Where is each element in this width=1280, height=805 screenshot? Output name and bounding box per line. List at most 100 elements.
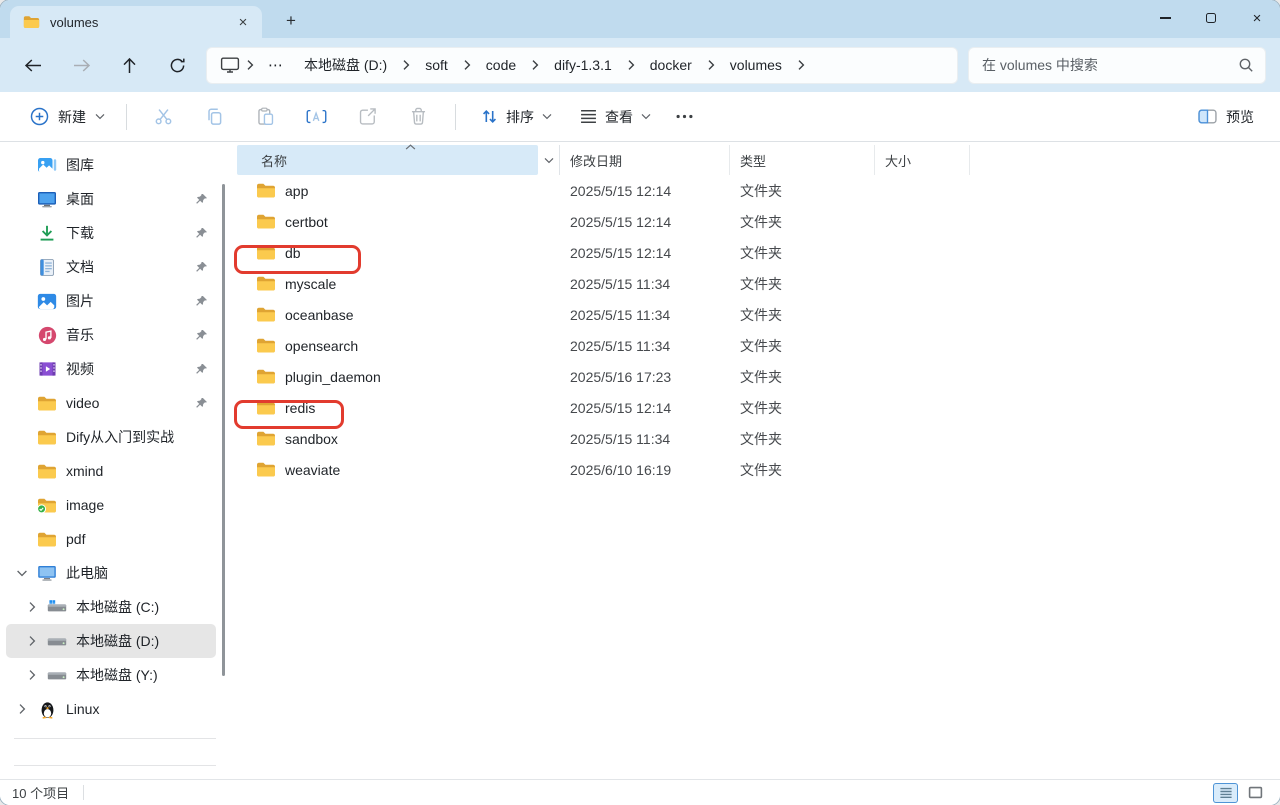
view-button[interactable]: 查看 (570, 100, 661, 134)
sort-button[interactable]: 排序 (471, 100, 562, 134)
tab-volumes[interactable]: volumes × (10, 6, 262, 38)
file-type-label: 文件夹 (730, 305, 875, 325)
column-header-modified[interactable]: 修改日期 (560, 145, 730, 175)
sidebar-item-下载[interactable]: 下载 (6, 216, 216, 250)
folder-icon (256, 306, 276, 323)
large-icons-view-icon (1248, 786, 1263, 799)
file-type-label: 文件夹 (730, 336, 875, 356)
sidebar-item-label: 音乐 (66, 325, 94, 345)
breadcrumb-overflow-button[interactable]: ⋯ (260, 56, 292, 74)
copy-button[interactable] (194, 99, 235, 135)
sidebar-item-本地磁盘-y-[interactable]: 本地磁盘 (Y:) (6, 658, 216, 692)
expander-right-icon[interactable] (6, 703, 37, 715)
expander-down-icon[interactable] (6, 569, 37, 577)
breadcrumb-chevron-icon[interactable] (704, 59, 718, 71)
up-button[interactable] (110, 47, 148, 83)
drive-win-icon (47, 597, 67, 617)
sidebar-item-此电脑[interactable]: 此电脑 (6, 556, 216, 590)
expander-right-icon[interactable] (16, 635, 47, 647)
expander-right-icon[interactable] (16, 669, 47, 681)
refresh-button[interactable] (158, 47, 196, 83)
file-modified-date: 2025/5/15 11:34 (560, 338, 730, 354)
close-button[interactable]: × (1234, 0, 1280, 36)
sidebar-item-pdf[interactable]: pdf (6, 522, 216, 556)
new-tab-button[interactable]: + (276, 7, 306, 35)
folder-icon (256, 461, 276, 478)
tab-close-icon[interactable]: × (230, 10, 256, 34)
sidebar-item-label: image (66, 497, 104, 513)
arrow-right-icon (72, 58, 91, 73)
more-options-button[interactable] (665, 99, 703, 135)
details-view-button[interactable] (1213, 783, 1238, 803)
paste-button[interactable] (245, 99, 286, 135)
breadcrumb-chevron-icon[interactable] (460, 59, 474, 71)
breadcrumb-item-soft[interactable]: soft (416, 54, 457, 76)
minimize-button[interactable] (1142, 0, 1188, 36)
maximize-button[interactable] (1188, 0, 1234, 36)
music-icon (37, 325, 57, 345)
sidebar-item-image[interactable]: image (6, 488, 216, 522)
breadcrumb-item-docker[interactable]: docker (641, 54, 701, 76)
sidebar-item-视频[interactable]: 视频 (6, 352, 216, 386)
item-count: 10 个项目 (12, 783, 69, 802)
column-header-name[interactable]: 名称 (237, 145, 538, 175)
file-row-certbot[interactable]: certbot2025/5/15 12:14文件夹 (237, 206, 1280, 237)
file-type-label: 文件夹 (730, 398, 875, 418)
breadcrumb-chevron-icon[interactable] (528, 59, 542, 71)
new-button[interactable]: 新建 (20, 100, 115, 134)
file-modified-date: 2025/5/15 12:14 (560, 400, 730, 416)
file-row-plugin_daemon[interactable]: plugin_daemon2025/5/16 17:23文件夹 (237, 361, 1280, 392)
file-row-opensearch[interactable]: opensearch2025/5/15 11:34文件夹 (237, 330, 1280, 361)
breadcrumb-chevron-icon[interactable] (243, 59, 257, 71)
file-row-oceanbase[interactable]: oceanbase2025/5/15 11:34文件夹 (237, 299, 1280, 330)
file-modified-date: 2025/5/15 12:14 (560, 245, 730, 261)
sidebar-item-label: xmind (66, 463, 103, 479)
search-input[interactable] (982, 57, 1238, 73)
breadcrumb-item-volumes[interactable]: volumes (721, 54, 791, 76)
folder-icon (256, 430, 276, 447)
file-type-label: 文件夹 (730, 460, 875, 480)
sidebar-item-图片[interactable]: 图片 (6, 284, 216, 318)
file-row-weaviate[interactable]: weaviate2025/6/10 16:19文件夹 (237, 454, 1280, 485)
breadcrumb-item-code[interactable]: code (477, 54, 525, 76)
file-row-app[interactable]: app2025/5/15 12:14文件夹 (237, 175, 1280, 206)
breadcrumb-chevron-icon[interactable] (624, 59, 638, 71)
sidebar-item-本地磁盘-c-[interactable]: 本地磁盘 (C:) (6, 590, 216, 624)
column-filter-dropdown[interactable] (538, 145, 560, 175)
breadcrumb-item-dify-1-3-1[interactable]: dify-1.3.1 (545, 54, 621, 76)
sidebar-item-video[interactable]: video (6, 386, 216, 420)
rename-button[interactable] (296, 99, 337, 135)
breadcrumb-item--d-[interactable]: 本地磁盘 (D:) (295, 52, 396, 78)
file-name-label: weaviate (285, 462, 340, 478)
file-row-db[interactable]: db2025/5/15 12:14文件夹 (237, 237, 1280, 268)
sidebar-scrollbar[interactable] (222, 184, 225, 676)
file-row-redis[interactable]: redis2025/5/15 12:14文件夹 (237, 392, 1280, 423)
sidebar-item-linux[interactable]: Linux (6, 692, 216, 726)
large-icons-view-button[interactable] (1243, 783, 1268, 803)
breadcrumb-chevron-icon[interactable] (794, 59, 808, 71)
expander-right-icon[interactable] (16, 601, 47, 613)
column-header-size[interactable]: 大小 (875, 145, 970, 175)
delete-button[interactable] (398, 99, 439, 135)
file-row-myscale[interactable]: myscale2025/5/15 11:34文件夹 (237, 268, 1280, 299)
share-button[interactable] (347, 99, 388, 135)
ellipsis-icon (676, 114, 693, 119)
sidebar-item-文档[interactable]: 文档 (6, 250, 216, 284)
sidebar-item-图库[interactable]: 图库 (6, 148, 216, 182)
folder-icon (256, 213, 276, 230)
file-name-label: myscale (285, 276, 336, 292)
sidebar-item-本地磁盘-d-[interactable]: 本地磁盘 (D:) (6, 624, 216, 658)
cut-button[interactable] (143, 99, 184, 135)
forward-button[interactable] (62, 47, 100, 83)
breadcrumb-chevron-icon[interactable] (399, 59, 413, 71)
sidebar-item-桌面[interactable]: 桌面 (6, 182, 216, 216)
drive-icon (47, 665, 67, 685)
back-button[interactable] (14, 47, 52, 83)
download-icon (37, 223, 57, 243)
sidebar-item-xmind[interactable]: xmind (6, 454, 216, 488)
sidebar-item-dify从入门到实战[interactable]: Dify从入门到实战 (6, 420, 216, 454)
column-header-type[interactable]: 类型 (730, 145, 875, 175)
preview-toggle-button[interactable]: 预览 (1190, 100, 1262, 134)
file-row-sandbox[interactable]: sandbox2025/5/15 11:34文件夹 (237, 423, 1280, 454)
sidebar-item-音乐[interactable]: 音乐 (6, 318, 216, 352)
